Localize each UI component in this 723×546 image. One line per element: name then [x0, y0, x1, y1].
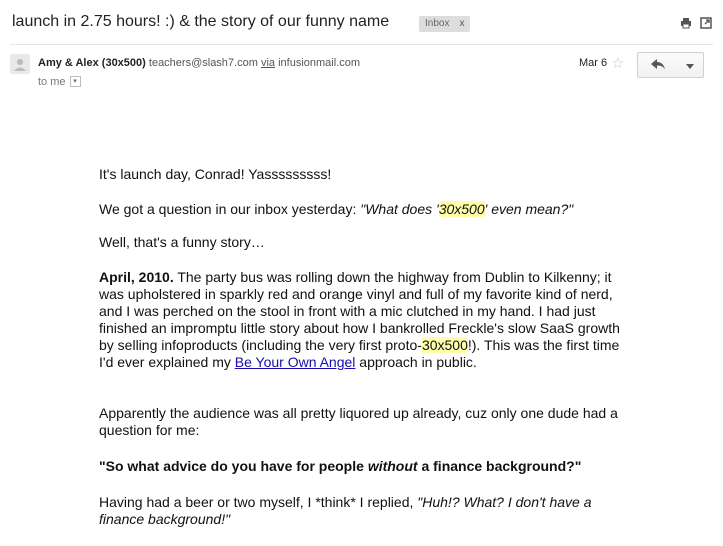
- remove-label-button[interactable]: x: [459, 18, 464, 29]
- via-domain: infusionmail.com: [278, 57, 360, 69]
- label-text: Inbox: [425, 18, 450, 29]
- body-paragraph-4: April, 2010. The party bus was rolling d…: [99, 269, 624, 371]
- more-actions-button[interactable]: [677, 52, 704, 78]
- sender-address: teachers@slash7.com: [148, 57, 258, 69]
- email-subject: launch in 2.75 hours! :) & the story of …: [12, 13, 390, 30]
- email-date: Mar 6: [579, 57, 608, 69]
- top-actions: [680, 16, 712, 29]
- new-window-icon[interactable]: [700, 16, 712, 29]
- subject-row: launch in 2.75 hours! :) & the story of …: [12, 10, 712, 34]
- highlight-30x500: 30x500: [421, 337, 468, 353]
- be-your-own-angel-link[interactable]: Be Your Own Angel: [235, 354, 356, 370]
- body-paragraph-2: We got a question in our inbox yesterday…: [99, 201, 624, 218]
- via-link[interactable]: via: [261, 57, 275, 69]
- p6-text-a: "So what advice do you have for people: [99, 458, 368, 474]
- p6-text-b: a finance background?": [417, 458, 582, 474]
- body-paragraph-5: Apparently the audience was all pretty l…: [99, 405, 618, 438]
- p6-emphasis: without: [367, 458, 418, 474]
- p4-date: April, 2010.: [99, 269, 174, 285]
- p2-question: "What does '30x500' even mean?": [360, 201, 573, 217]
- person-icon: [10, 54, 30, 74]
- print-icon[interactable]: [680, 16, 692, 29]
- recipient-text: to me: [38, 76, 66, 88]
- highlight-30x500: 30x500: [438, 201, 485, 217]
- star-icon[interactable]: ☆: [611, 54, 624, 72]
- p2-intro: We got a question in our inbox yesterday…: [99, 201, 361, 217]
- p2-question-end: ' even mean?": [484, 201, 574, 217]
- body-paragraph-1: It's launch day, Conrad! Yasssssssss!: [99, 166, 332, 182]
- p4-text-c: approach in public.: [355, 354, 477, 370]
- body-paragraph-3: Well, that's a funny story…: [99, 234, 265, 250]
- p7-text-a: Having had a beer or two myself, I *thin…: [99, 494, 418, 510]
- recipient-line[interactable]: to me ▾: [38, 75, 81, 88]
- sender-line: Amy & Alex (30x500) teachers@slash7.com …: [38, 57, 360, 69]
- reply-button[interactable]: [637, 52, 679, 78]
- reply-icon: [651, 56, 665, 74]
- sender-name: Amy & Alex (30x500): [38, 57, 146, 69]
- body-paragraph-6: "So what advice do you have for people w…: [99, 458, 624, 475]
- inbox-label-chip[interactable]: Inbox x: [419, 16, 471, 32]
- chevron-down-icon[interactable]: ▾: [69, 75, 81, 87]
- p2-question-start: "What does ': [360, 201, 439, 217]
- chevron-down-icon: [686, 56, 694, 74]
- header-divider: [10, 44, 713, 45]
- body-paragraph-7: Having had a beer or two myself, I *thin…: [99, 494, 624, 528]
